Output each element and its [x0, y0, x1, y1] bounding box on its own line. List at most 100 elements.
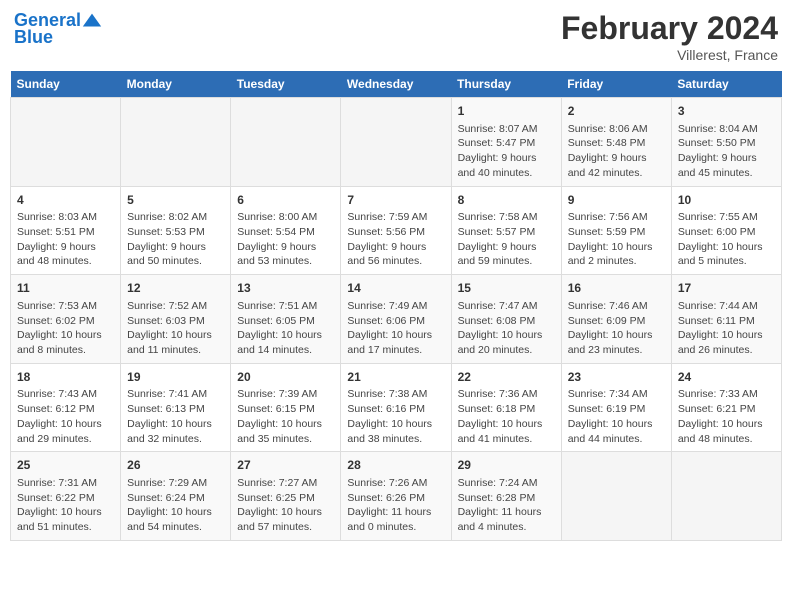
calendar-cell: 13Sunrise: 7:51 AMSunset: 6:05 PMDayligh… — [231, 275, 341, 364]
day-info: and 48 minutes. — [17, 254, 114, 269]
calendar-cell: 19Sunrise: 7:41 AMSunset: 6:13 PMDayligh… — [121, 363, 231, 452]
day-info: Daylight: 9 hours — [568, 151, 665, 166]
week-row-4: 18Sunrise: 7:43 AMSunset: 6:12 PMDayligh… — [11, 363, 782, 452]
day-info: Sunrise: 7:55 AM — [678, 210, 775, 225]
day-info: Sunrise: 7:24 AM — [458, 476, 555, 491]
day-number: 22 — [458, 369, 555, 386]
calendar-cell: 21Sunrise: 7:38 AMSunset: 6:16 PMDayligh… — [341, 363, 451, 452]
day-info: Sunrise: 7:29 AM — [127, 476, 224, 491]
calendar-cell: 24Sunrise: 7:33 AMSunset: 6:21 PMDayligh… — [671, 363, 781, 452]
calendar-cell — [231, 98, 341, 187]
day-info: Sunrise: 7:44 AM — [678, 299, 775, 314]
calendar-cell: 27Sunrise: 7:27 AMSunset: 6:25 PMDayligh… — [231, 452, 341, 541]
day-info: Daylight: 9 hours — [347, 240, 444, 255]
calendar-cell: 17Sunrise: 7:44 AMSunset: 6:11 PMDayligh… — [671, 275, 781, 364]
day-number: 26 — [127, 457, 224, 474]
calendar-cell: 23Sunrise: 7:34 AMSunset: 6:19 PMDayligh… — [561, 363, 671, 452]
day-info: Daylight: 9 hours — [458, 240, 555, 255]
day-info: Daylight: 10 hours — [568, 240, 665, 255]
day-info: Daylight: 9 hours — [17, 240, 114, 255]
day-info: and 8 minutes. — [17, 343, 114, 358]
day-info: and 23 minutes. — [568, 343, 665, 358]
day-info: and 51 minutes. — [17, 520, 114, 535]
day-info: Daylight: 10 hours — [17, 417, 114, 432]
day-number: 21 — [347, 369, 444, 386]
day-info: Sunset: 6:06 PM — [347, 314, 444, 329]
day-info: Sunset: 6:02 PM — [17, 314, 114, 329]
day-info: and 59 minutes. — [458, 254, 555, 269]
calendar-cell: 6Sunrise: 8:00 AMSunset: 5:54 PMDaylight… — [231, 186, 341, 275]
day-info: Sunrise: 7:41 AM — [127, 387, 224, 402]
day-info: Sunset: 5:56 PM — [347, 225, 444, 240]
day-number: 3 — [678, 103, 775, 120]
calendar-cell: 4Sunrise: 8:03 AMSunset: 5:51 PMDaylight… — [11, 186, 121, 275]
calendar-cell: 3 Sunrise: 8:04 AMSunset: 5:50 PMDaylight… — [671, 98, 781, 187]
week-row-2: 4Sunrise: 8:03 AMSunset: 5:51 PMDaylight… — [11, 186, 782, 275]
day-info: Sunrise: 7:26 AM — [347, 476, 444, 491]
day-info: and 42 minutes. — [568, 166, 665, 181]
calendar-cell: 11Sunrise: 7:53 AMSunset: 6:02 PMDayligh… — [11, 275, 121, 364]
day-info: and 41 minutes. — [458, 432, 555, 447]
day-info: Sunrise: 8:04 AM — [678, 122, 775, 137]
day-info: Daylight: 10 hours — [568, 417, 665, 432]
day-info: Daylight: 10 hours — [127, 417, 224, 432]
day-number: 17 — [678, 280, 775, 297]
day-info: Sunrise: 8:07 AM — [458, 122, 555, 137]
day-info: Sunset: 6:16 PM — [347, 402, 444, 417]
day-info: Sunset: 6:19 PM — [568, 402, 665, 417]
calendar-cell: 14Sunrise: 7:49 AMSunset: 6:06 PMDayligh… — [341, 275, 451, 364]
logo-text-blue: Blue — [14, 28, 53, 48]
day-info: Daylight: 10 hours — [127, 328, 224, 343]
calendar-cell: 25Sunrise: 7:31 AMSunset: 6:22 PMDayligh… — [11, 452, 121, 541]
header-friday: Friday — [561, 71, 671, 98]
day-info: Sunrise: 7:43 AM — [17, 387, 114, 402]
day-number: 14 — [347, 280, 444, 297]
day-info: and 44 minutes. — [568, 432, 665, 447]
day-info: Sunrise: 7:34 AM — [568, 387, 665, 402]
day-info: Daylight: 10 hours — [678, 328, 775, 343]
day-number: 13 — [237, 280, 334, 297]
day-info: Sunrise: 7:39 AM — [237, 387, 334, 402]
day-info: Daylight: 9 hours — [678, 151, 775, 166]
day-info: Sunrise: 8:06 AM — [568, 122, 665, 137]
day-info: Sunset: 6:22 PM — [17, 491, 114, 506]
day-info: Daylight: 10 hours — [17, 505, 114, 520]
day-info: Sunrise: 7:47 AM — [458, 299, 555, 314]
day-info: Daylight: 10 hours — [568, 328, 665, 343]
day-info: Daylight: 10 hours — [678, 417, 775, 432]
day-info: and 5 minutes. — [678, 254, 775, 269]
week-row-3: 11Sunrise: 7:53 AMSunset: 6:02 PMDayligh… — [11, 275, 782, 364]
day-info: and 14 minutes. — [237, 343, 334, 358]
calendar-cell: 18Sunrise: 7:43 AMSunset: 6:12 PMDayligh… — [11, 363, 121, 452]
day-info: and 11 minutes. — [127, 343, 224, 358]
day-number: 4 — [17, 192, 114, 209]
day-info: Sunrise: 7:33 AM — [678, 387, 775, 402]
day-number: 7 — [347, 192, 444, 209]
day-info: Sunset: 6:12 PM — [17, 402, 114, 417]
day-info: Sunset: 5:48 PM — [568, 136, 665, 151]
day-number: 28 — [347, 457, 444, 474]
day-info: Sunset: 6:21 PM — [678, 402, 775, 417]
calendar-cell — [671, 452, 781, 541]
day-info: Sunrise: 7:38 AM — [347, 387, 444, 402]
page-subtitle: Villerest, France — [561, 47, 778, 63]
header-thursday: Thursday — [451, 71, 561, 98]
day-info: Sunset: 6:15 PM — [237, 402, 334, 417]
calendar-cell — [11, 98, 121, 187]
calendar-cell: 12Sunrise: 7:52 AMSunset: 6:03 PMDayligh… — [121, 275, 231, 364]
day-number: 1 — [458, 103, 555, 120]
day-number: 24 — [678, 369, 775, 386]
day-info: and 56 minutes. — [347, 254, 444, 269]
header-tuesday: Tuesday — [231, 71, 341, 98]
day-info: Sunrise: 8:03 AM — [17, 210, 114, 225]
day-info: and 26 minutes. — [678, 343, 775, 358]
header-wednesday: Wednesday — [341, 71, 451, 98]
day-info: and 4 minutes. — [458, 520, 555, 535]
calendar-cell: 28Sunrise: 7:26 AMSunset: 6:26 PMDayligh… — [341, 452, 451, 541]
day-info: Sunset: 5:50 PM — [678, 136, 775, 151]
day-info: Sunset: 5:47 PM — [458, 136, 555, 151]
day-info: and 54 minutes. — [127, 520, 224, 535]
day-number: 27 — [237, 457, 334, 474]
day-info: Sunrise: 7:58 AM — [458, 210, 555, 225]
day-info: Sunrise: 7:46 AM — [568, 299, 665, 314]
